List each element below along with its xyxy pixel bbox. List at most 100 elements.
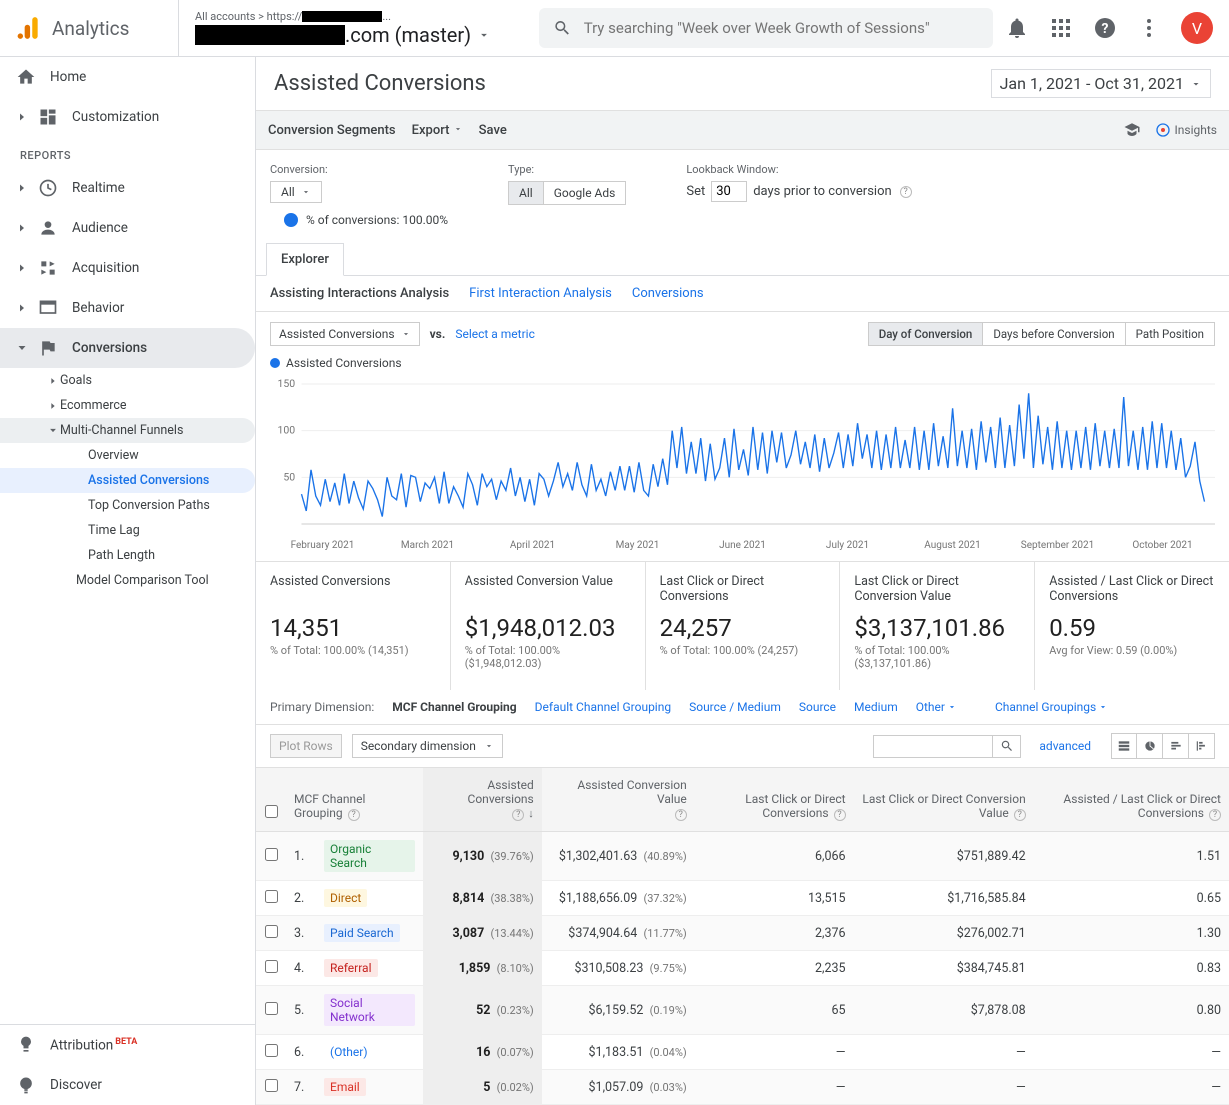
bulb-icon: [16, 1075, 36, 1095]
view-compare-icon[interactable]: [1189, 733, 1215, 759]
subnav-overview[interactable]: Overview: [0, 443, 255, 468]
scorecard[interactable]: Assisted Conversions14,351% of Total: 10…: [256, 562, 451, 690]
nav-behavior[interactable]: Behavior: [0, 288, 255, 328]
x-axis-labels: February 2021March 2021April 2021May 202…: [256, 538, 1229, 561]
dim-source-medium[interactable]: Source / Medium: [689, 700, 781, 714]
nav-attribution[interactable]: AttributionBETA: [0, 1025, 255, 1065]
table-row[interactable]: 3. Paid Search 3,087 (13.44%) $374,904.6…: [256, 916, 1229, 951]
scorecard[interactable]: Assisted / Last Click or Direct Conversi…: [1035, 562, 1229, 690]
subnav-ecommerce[interactable]: Ecommerce: [0, 393, 255, 418]
dim-medium[interactable]: Medium: [854, 700, 898, 714]
table-row[interactable]: 7. Email 5 (0.02%) $1,057.09 (0.03%) — —…: [256, 1070, 1229, 1105]
export-button[interactable]: Export: [412, 123, 463, 138]
table-row[interactable]: 5. Social Network 52 (0.23%) $6,159.52 (…: [256, 986, 1229, 1035]
dim-channel-groupings[interactable]: Channel Groupings: [995, 700, 1108, 714]
search-input[interactable]: [584, 19, 979, 37]
subnav-goals[interactable]: Goals: [0, 368, 255, 393]
subnav-timelag[interactable]: Time Lag: [0, 518, 255, 543]
days-input[interactable]: [711, 181, 747, 202]
scorecard[interactable]: Last Click or Direct Conversions24,257% …: [646, 562, 841, 690]
nav-conversions[interactable]: Conversions: [0, 328, 255, 368]
row-checkbox[interactable]: [265, 890, 278, 903]
line-chart: 50100150: [270, 374, 1215, 534]
nav-audience[interactable]: Audience: [0, 208, 255, 248]
report-toolbar: Conversion Segments Export Save Insights: [256, 110, 1229, 150]
attribution-icon: [16, 1035, 36, 1055]
tab-first-interaction[interactable]: First Interaction Analysis: [469, 286, 612, 301]
nav-acquisition[interactable]: Acquisition: [0, 248, 255, 288]
tab-assisting[interactable]: Assisting Interactions Analysis: [270, 286, 449, 301]
type-google-ads[interactable]: Google Ads: [543, 181, 627, 205]
avatar[interactable]: V: [1181, 12, 1213, 44]
date-range-picker[interactable]: Jan 1, 2021 - Oct 31, 2021: [991, 69, 1211, 98]
insights-button[interactable]: Insights: [1155, 122, 1217, 138]
view-table-icon[interactable]: [1111, 733, 1137, 759]
row-checkbox[interactable]: [265, 960, 278, 973]
segment-dot: [284, 213, 298, 227]
row-checkbox[interactable]: [265, 1079, 278, 1092]
channel-badge: (Other): [324, 1043, 374, 1061]
select-metric-link[interactable]: Select a metric: [455, 327, 535, 341]
table-row[interactable]: 1. Organic Search 9,130 (39.76%) $1,302,…: [256, 832, 1229, 881]
subnav-mcf[interactable]: Multi-Channel Funnels: [0, 418, 255, 443]
table-row[interactable]: 6. (Other) 16 (0.07%) $1,183.51 (0.04%) …: [256, 1035, 1229, 1070]
nav-home[interactable]: Home: [0, 57, 255, 97]
row-checkbox[interactable]: [265, 848, 278, 861]
logo-text: Analytics: [52, 17, 129, 40]
table-search-button[interactable]: [993, 735, 1021, 758]
view-bar-icon[interactable]: [1163, 733, 1189, 759]
dim-active[interactable]: MCF Channel Grouping: [392, 700, 516, 714]
table-row[interactable]: 4. Referral 1,859 (8.10%) $310,508.23 (9…: [256, 951, 1229, 986]
graduation-icon[interactable]: [1123, 121, 1141, 139]
channel-badge: Organic Search: [324, 840, 415, 872]
dim-default[interactable]: Default Channel Grouping: [535, 700, 671, 714]
dim-source[interactable]: Source: [799, 700, 836, 714]
help-icon[interactable]: ?: [900, 186, 912, 198]
subnav-modelcomp[interactable]: Model Comparison Tool: [0, 568, 255, 593]
row-checkbox[interactable]: [265, 925, 278, 938]
channel-badge: Direct: [324, 889, 367, 907]
row-checkbox[interactable]: [265, 1044, 278, 1057]
nav-discover[interactable]: Discover: [0, 1065, 255, 1105]
more-icon[interactable]: [1137, 16, 1161, 40]
subnav-pathlength[interactable]: Path Length: [0, 543, 255, 568]
scorecard[interactable]: Assisted Conversion Value$1,948,012.03% …: [451, 562, 646, 690]
tab-conversions[interactable]: Conversions: [632, 286, 704, 301]
header-assisted-val[interactable]: Assisted Conversion Value?: [542, 768, 695, 832]
chart-controls: Assisted Conversions vs. Select a metric…: [256, 312, 1229, 356]
subnav-assisted[interactable]: Assisted Conversions: [0, 468, 255, 493]
plot-rows-button: Plot Rows: [270, 734, 342, 758]
scorecard[interactable]: Last Click or Direct Conversion Value$3,…: [840, 562, 1035, 690]
header-channel[interactable]: MCF Channel Grouping ?: [286, 768, 423, 832]
header-lastclick-conv[interactable]: Last Click or Direct Conversions ?: [695, 768, 854, 832]
help-icon[interactable]: ?: [1093, 16, 1117, 40]
view-path-pos[interactable]: Path Position: [1126, 322, 1215, 346]
nav-customization[interactable]: Customization: [0, 97, 255, 137]
row-checkbox[interactable]: [265, 1002, 278, 1015]
header-lastclick-val[interactable]: Last Click or Direct Conversion Value ?: [854, 768, 1034, 832]
view-pie-icon[interactable]: [1137, 733, 1163, 759]
search-bar[interactable]: [539, 8, 993, 48]
explorer-tab[interactable]: Explorer: [266, 243, 344, 276]
table-row[interactable]: 2. Direct 8,814 (38.38%) $1,188,656.09 (…: [256, 881, 1229, 916]
advanced-link[interactable]: advanced: [1039, 739, 1091, 753]
conversion-select[interactable]: All: [270, 181, 322, 203]
select-all[interactable]: [256, 768, 286, 832]
nav-realtime[interactable]: Realtime: [0, 168, 255, 208]
table-search-input[interactable]: [873, 735, 993, 758]
subnav-topconv[interactable]: Top Conversion Paths: [0, 493, 255, 518]
dim-other[interactable]: Other: [916, 700, 957, 714]
account-selector[interactable]: All accounts > https://x... x.com (maste…: [178, 0, 507, 56]
metric-select[interactable]: Assisted Conversions: [270, 322, 420, 346]
bell-icon[interactable]: [1005, 16, 1029, 40]
secondary-dim-select[interactable]: Secondary dimension: [352, 734, 503, 758]
header-ratio[interactable]: Assisted / Last Click or Direct Conversi…: [1034, 768, 1229, 832]
type-all[interactable]: All: [508, 181, 543, 205]
view-day[interactable]: Day of Conversion: [868, 322, 984, 346]
view-days-before[interactable]: Days before Conversion: [983, 322, 1125, 346]
table-toolbar: Plot Rows Secondary dimension advanced: [256, 725, 1229, 767]
save-button[interactable]: Save: [479, 123, 507, 138]
header-assisted-conv[interactable]: Assisted Conversions?↓: [423, 768, 542, 832]
apps-icon[interactable]: [1049, 16, 1073, 40]
conv-segments[interactable]: Conversion Segments: [268, 123, 396, 138]
